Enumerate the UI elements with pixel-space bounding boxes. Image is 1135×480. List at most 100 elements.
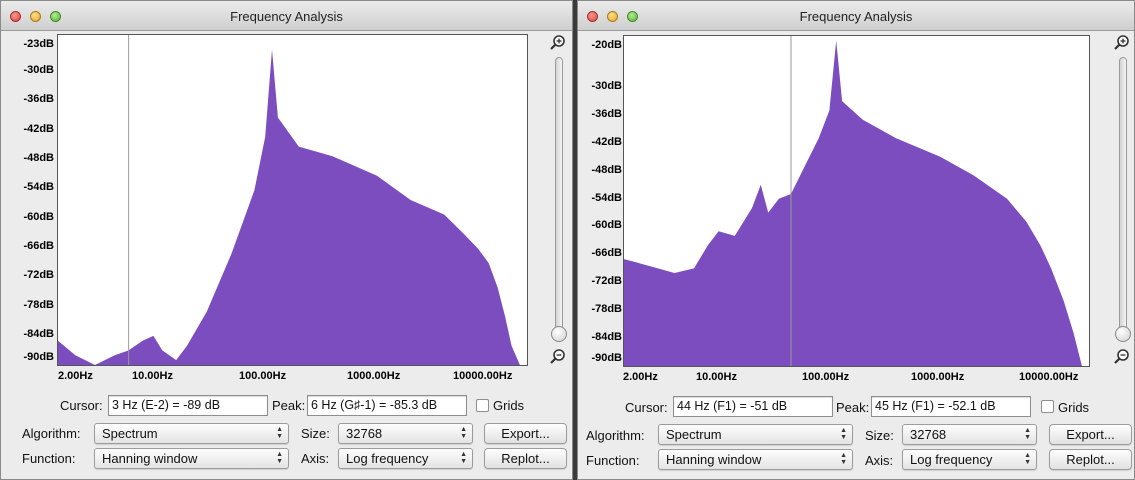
title-bar[interactable]: Frequency Analysis xyxy=(578,1,1134,31)
y-tick-label: -84dB xyxy=(23,328,54,340)
cursor-field[interactable]: 3 Hz (E-2) = -89 dB xyxy=(108,395,268,416)
y-tick-label: -54dB xyxy=(591,192,622,204)
algorithm-select[interactable]: Spectrum ▲ ▼ xyxy=(94,423,289,444)
updown-arrows-icon: ▲ ▼ xyxy=(276,451,283,465)
axis-select[interactable]: Log frequency ▲ ▼ xyxy=(338,448,473,469)
window-title: Frequency Analysis xyxy=(799,9,913,24)
updown-arrows-icon: ▲ ▼ xyxy=(840,452,847,466)
function-select[interactable]: Hanning window ▲ ▼ xyxy=(94,448,289,469)
size-select-value: 32768 xyxy=(346,426,383,441)
updown-arrows-icon: ▲ ▼ xyxy=(460,426,467,440)
size-label: Size: xyxy=(865,428,894,443)
size-label: Size: xyxy=(301,426,330,441)
x-tick-label: 1000.00Hz xyxy=(911,371,965,383)
y-tick-label: -42dB xyxy=(23,123,54,135)
spectrum-chart xyxy=(58,35,520,365)
y-tick-label: -54dB xyxy=(23,181,54,193)
algorithm-select-value: Spectrum xyxy=(666,427,722,442)
replot-button[interactable]: Replot... xyxy=(484,448,567,469)
zoom-slider-knob[interactable] xyxy=(551,326,567,342)
grids-checkbox[interactable] xyxy=(1041,400,1054,413)
axis-select[interactable]: Log frequency ▲ ▼ xyxy=(902,449,1037,470)
y-tick-label: -36dB xyxy=(591,108,622,120)
zoom-out-icon[interactable] xyxy=(1113,348,1131,366)
algorithm-select[interactable]: Spectrum ▲ ▼ xyxy=(658,424,853,445)
grids-label: Grids xyxy=(1058,400,1090,415)
function-select-value: Hanning window xyxy=(666,452,762,467)
y-tick-label: -42dB xyxy=(591,136,622,148)
x-tick-label: 2.00Hz xyxy=(623,371,658,383)
x-tick-label: 10.00Hz xyxy=(132,370,173,382)
function-label: Function: xyxy=(22,451,76,466)
cursor-field[interactable]: 44 Hz (F1) = -51 dB xyxy=(673,396,833,417)
size-select[interactable]: 32768 ▲ ▼ xyxy=(902,424,1037,445)
y-tick-label: -30dB xyxy=(591,80,622,92)
y-tick-label: -66dB xyxy=(23,240,54,252)
peak-label: Peak: xyxy=(272,398,306,413)
y-tick-label: -90dB xyxy=(23,351,54,363)
axis-label: Axis: xyxy=(301,451,330,466)
zoom-slider-track[interactable] xyxy=(555,57,563,337)
y-tick-label: -78dB xyxy=(23,299,54,311)
y-tick-label: -20dB xyxy=(591,39,622,51)
size-select[interactable]: 32768 ▲ ▼ xyxy=(338,423,473,444)
cursor-label: Cursor: xyxy=(625,400,668,415)
frequency-analysis-window-left: Frequency Analysis -23dB -30dB -36dB -42… xyxy=(0,0,573,480)
algorithm-select-value: Spectrum xyxy=(102,426,158,441)
algorithm-label: Algorithm: xyxy=(22,426,81,441)
export-button[interactable]: Export... xyxy=(1049,424,1132,445)
y-tick-label: -84dB xyxy=(591,331,622,343)
spectrum-chart xyxy=(624,36,1082,366)
zoom-in-icon[interactable] xyxy=(549,34,567,52)
function-select-value: Hanning window xyxy=(102,451,198,466)
zoom-in-icon[interactable] xyxy=(1113,34,1131,52)
y-tick-label: -72dB xyxy=(23,269,54,281)
cursor-label: Cursor: xyxy=(60,398,103,413)
x-tick-label: 100.00Hz xyxy=(802,371,850,383)
axis-select-value: Log frequency xyxy=(910,452,993,467)
y-tick-label: -60dB xyxy=(23,211,54,223)
y-tick-label: -72dB xyxy=(591,275,622,287)
spectrum-area xyxy=(58,49,520,365)
x-tick-label: 1000.00Hz xyxy=(347,370,401,382)
peak-label: Peak: xyxy=(836,400,870,415)
updown-arrows-icon: ▲ ▼ xyxy=(1024,427,1031,441)
spectrum-plot[interactable] xyxy=(57,34,528,366)
y-tick-label: -66dB xyxy=(591,247,622,259)
export-button[interactable]: Export... xyxy=(484,423,567,444)
y-tick-label: -78dB xyxy=(591,303,622,315)
title-bar[interactable]: Frequency Analysis xyxy=(1,1,572,31)
updown-arrows-icon: ▲ ▼ xyxy=(460,451,467,465)
x-tick-label: 2.00Hz xyxy=(58,370,93,382)
zoom-out-icon[interactable] xyxy=(549,348,567,366)
updown-arrows-icon: ▲ ▼ xyxy=(840,427,847,441)
y-tick-label: -30dB xyxy=(23,64,54,76)
x-tick-label: 100.00Hz xyxy=(239,370,287,382)
y-tick-label: -36dB xyxy=(23,93,54,105)
y-tick-label: -48dB xyxy=(23,152,54,164)
y-tick-label: -48dB xyxy=(591,164,622,176)
axis-label: Axis: xyxy=(865,453,894,468)
spectrum-plot[interactable] xyxy=(623,35,1090,367)
peak-field[interactable]: 45 Hz (F1) = -52.1 dB xyxy=(871,396,1031,417)
spectrum-area xyxy=(624,40,1082,366)
updown-arrows-icon: ▲ ▼ xyxy=(1024,452,1031,466)
x-tick-label: 10000.00Hz xyxy=(1019,371,1079,383)
frequency-analysis-window-right: Frequency Analysis -20dB -30dB -36dB -42… xyxy=(577,0,1135,480)
updown-arrows-icon: ▲ ▼ xyxy=(276,426,283,440)
function-select[interactable]: Hanning window ▲ ▼ xyxy=(658,449,853,470)
grids-checkbox[interactable] xyxy=(476,399,489,412)
replot-button[interactable]: Replot... xyxy=(1049,449,1132,470)
zoom-slider-knob[interactable] xyxy=(1115,326,1131,342)
y-tick-label: -60dB xyxy=(591,219,622,231)
algorithm-label: Algorithm: xyxy=(586,428,645,443)
function-label: Function: xyxy=(586,453,640,468)
axis-select-value: Log frequency xyxy=(346,451,429,466)
grids-label: Grids xyxy=(493,398,525,413)
peak-field[interactable]: 6 Hz (G♯-1) = -85.3 dB xyxy=(307,395,467,416)
zoom-slider-track[interactable] xyxy=(1119,57,1127,337)
window-title: Frequency Analysis xyxy=(230,9,343,24)
y-tick-label: -23dB xyxy=(23,38,54,50)
x-tick-label: 10.00Hz xyxy=(696,371,737,383)
size-select-value: 32768 xyxy=(910,427,947,442)
